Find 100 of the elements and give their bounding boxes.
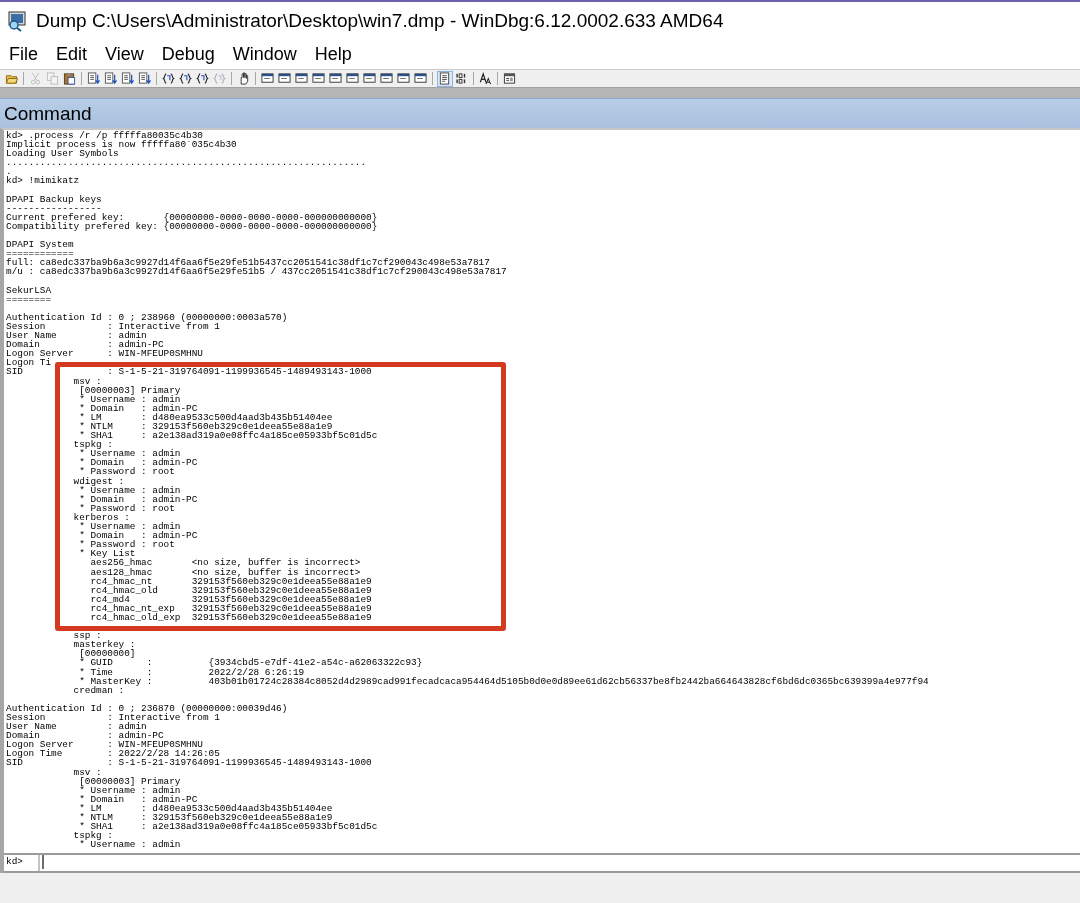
console-line: DPAPI Backup keys — [6, 194, 102, 204]
toolbar-button[interactable] — [61, 70, 78, 87]
console-line: ssp : — [72, 631, 102, 641]
console-line: rc4_hmac_old 329153f560eb329c0e1deea55e88a1e9 — [89, 585, 372, 595]
console-line: msv : — [72, 376, 102, 386]
menu-item[interactable]: Window — [223, 44, 306, 65]
list-icon — [87, 72, 100, 85]
console-line: Domain : admin-PC — [6, 731, 164, 741]
console-line: ======== — [6, 294, 51, 304]
window-icon — [295, 72, 308, 85]
toolbar-button[interactable] — [102, 70, 119, 87]
window-icon — [363, 72, 376, 85]
console-line: Authentication Id : 0 ; 238960 (00000000:0003a570) — [6, 312, 288, 322]
panel-title: Command — [4, 102, 92, 125]
list-icon — [104, 72, 117, 85]
toolbar-button[interactable] — [136, 70, 153, 87]
brace-icon — [196, 72, 209, 85]
console-line: wdigest : — [72, 476, 125, 486]
window-icon — [329, 72, 342, 85]
console-line: DPAPI System — [6, 240, 74, 250]
console-line: * Domain : admin-PC — [78, 458, 198, 468]
console-line: [00000003] Primary — [78, 776, 181, 786]
console-line: * Domain : admin-PC — [78, 531, 198, 541]
console-line: rc4_md4 329153f560eb329c0e1deea55e88a1e9 — [89, 594, 372, 604]
app-icon — [6, 10, 28, 32]
console-line: * Username : admin — [79, 485, 181, 495]
window-icon — [278, 72, 291, 85]
console-line: Implicit process is now fffffa80`035c4b30 — [6, 140, 237, 150]
window-icon — [346, 72, 359, 85]
console-line: ============ — [6, 249, 74, 259]
console-line: aes256_hmac <no size, buffer is incorrect> — [89, 558, 361, 568]
menu-item[interactable]: Help — [305, 44, 361, 65]
console-line: SID : S-1-5-21-319764091-1199936545-1489493143-1000 — [6, 367, 372, 377]
menu-item[interactable]: View — [96, 44, 153, 65]
console-line: rc4_hmac_nt_exp 329153f560eb329c0e1deea55e88a1e9 — [89, 603, 372, 613]
window-icon — [312, 72, 325, 85]
console-line: Loading User Symbols — [6, 149, 119, 159]
console-line: * LM : d480ea9533c500d4aad3b435b51404ee — [78, 803, 333, 814]
console-line: Session : Interactive from 1 — [6, 713, 220, 723]
console-line: ----------------- — [6, 203, 102, 213]
list-icon — [138, 72, 151, 85]
window-icon — [380, 72, 393, 85]
console-line: Logon Ti — [6, 358, 51, 368]
console-line: masterkey : — [72, 640, 136, 650]
console-line: full: ca8edc337ba9b6a3c9927d14f6aa6f5e29fe51b5437cc2051541c38df1c7cf290043c498e53a7817 — [6, 258, 490, 268]
console-line: * Time : 2022/2/28 6:26:19 — [78, 667, 305, 677]
console-line: kd> !mimikatz — [6, 176, 80, 186]
console-line: m/u : ca8edc337ba9b6a3c9927d14f6aa6f5e29fe51b5 / 437cc2051541c38df1c7cf290043c498e53a7817 — [6, 267, 507, 277]
console-line: * Username : admin — [78, 522, 181, 532]
menu-item[interactable]: Debug — [152, 44, 224, 65]
console-line: . — [6, 167, 12, 177]
console-line: * Username : admin — [78, 394, 181, 404]
console-line: Current prefered key: {00000000-0000-0000-0000-000000000000} — [6, 212, 378, 222]
console-line: tspkg : — [72, 831, 113, 841]
brace-icon — [162, 72, 175, 85]
console-line: kerberos : — [72, 512, 130, 523]
command-prompt: kd> — [4, 855, 40, 871]
console-line: * Username : admin — [79, 449, 181, 459]
toolbar-button[interactable] — [477, 70, 494, 87]
brace-icon — [213, 72, 226, 85]
window-icon — [261, 72, 274, 85]
console-line: Logon Server : WIN-MFEUP0SMHNU — [6, 740, 203, 750]
console-line: User Name : admin — [6, 331, 147, 341]
copy-icon — [46, 72, 59, 85]
console-line: * Username : admin — [78, 785, 181, 795]
console-line: * SHA1 : a2e138ad319a0e08ffc4a185ce05933bf5c01d5c — [79, 431, 378, 441]
console-line: * Domain : admin-PC — [78, 794, 198, 804]
console-line: SID : S-1-5-21-319764091-1199936545-1489493143-1000 — [6, 758, 372, 768]
list-icon — [121, 72, 134, 85]
console-line: * NTLM : 329153f560eb329c0e1deea55e88a1e9 — [78, 422, 333, 432]
console-line: Authentication Id : 0 ; 236870 (00000000:00039d46) — [6, 703, 288, 713]
console-line: rc4_hmac_old_exp 329153f560eb329c0e1deea55e88a1e9 — [89, 612, 372, 623]
console-line: * Domain : admin-PC — [78, 403, 198, 413]
scissors-icon — [29, 72, 42, 85]
console-line: msv : — [72, 767, 102, 777]
console-line: * Username : admin — [79, 840, 181, 850]
console-line: SekurLSA — [6, 285, 51, 295]
toolbar-button[interactable] — [85, 70, 102, 87]
console-line: aes128_hmac <no size, buffer is incorrect> — [89, 567, 361, 577]
console-line: * MasterKey : 403b01b01724c28384c8052d4d2989cad991fecadcaca954464d5105b0d0e0d89ee61d62cb56337be8fb2442ba664643828cf6bd6dc0365bc639399a4e977f94 — [79, 676, 929, 686]
properties-icon — [503, 72, 516, 85]
folder-icon — [5, 72, 18, 85]
console-line: Domain : admin-PC — [6, 340, 164, 350]
font-icon — [479, 72, 492, 85]
page-icon — [438, 72, 451, 85]
console-line: * Password : root — [78, 540, 175, 550]
console-line: * Domain : admin-PC — [78, 494, 198, 504]
window-icon — [414, 72, 427, 85]
toolbar-button[interactable] — [119, 70, 136, 87]
toolbar-button[interactable] — [436, 70, 453, 87]
console-line: [00000003] Primary — [78, 385, 181, 395]
console-line: tspkg : — [72, 440, 113, 450]
menu-item[interactable]: File — [0, 44, 47, 65]
console-line: * Password : root — [79, 503, 175, 513]
menu-item[interactable]: Edit — [47, 44, 97, 65]
console-line: Compatibility prefered key: {00000000-0000-0000-0000-000000000000} — [6, 221, 378, 232]
console-line: * NTLM : 329153f560eb329c0e1deea55e88a1e9 — [78, 813, 333, 823]
toolbar-button[interactable] — [501, 70, 518, 87]
console-line: [00000000] — [79, 649, 136, 659]
console-line: * Key List — [78, 549, 136, 559]
